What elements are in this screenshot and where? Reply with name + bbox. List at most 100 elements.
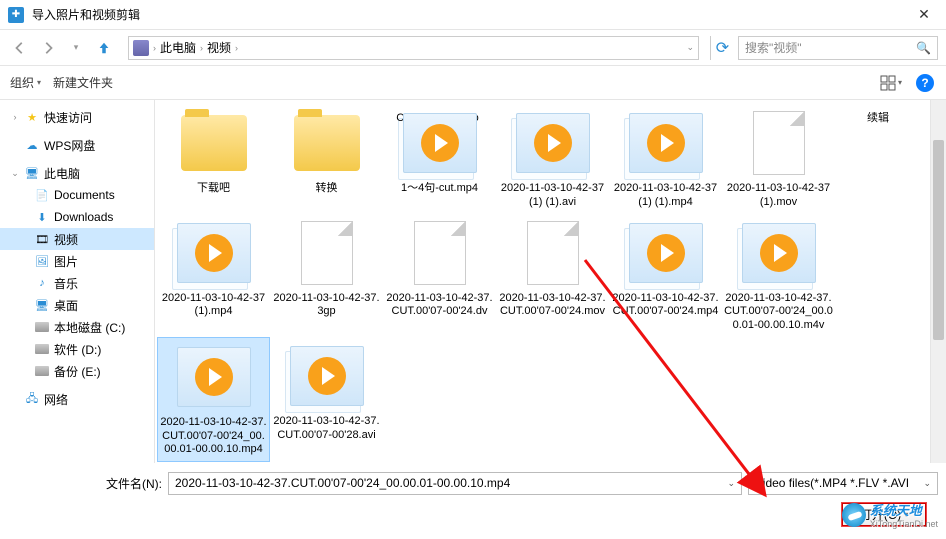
sidebar-item-pictures[interactable]: 🖼图片 xyxy=(0,250,154,272)
file-thumb xyxy=(285,108,369,178)
file-item[interactable]: 下载吧 xyxy=(157,104,270,214)
title-bar: ✚ 导入照片和视频剪辑 ✕ xyxy=(0,0,946,30)
file-name: 2020-11-03-10-42-37.CUT.00'07-00'24_00.0… xyxy=(160,416,267,457)
sidebar-item-desktop[interactable]: 🖥桌面 xyxy=(0,294,154,316)
video-icon: 🎞 xyxy=(34,231,50,247)
file-thumb xyxy=(285,218,369,288)
file-thumb xyxy=(172,342,256,412)
view-options-button[interactable]: ▾ xyxy=(880,72,902,94)
sidebar-item-pc[interactable]: ⌄🖥此电脑 xyxy=(0,162,154,184)
file-item-selected[interactable]: 2020-11-03-10-42-37.CUT.00'07-00'24_00.0… xyxy=(157,337,270,462)
video-icon xyxy=(742,223,816,283)
file-thumb xyxy=(737,218,821,288)
watermark-main: 系统天地 xyxy=(870,503,922,518)
breadcrumb-videos[interactable]: 视频 xyxy=(207,39,231,56)
file-name: 1～4句-cut.mp4 xyxy=(401,182,478,196)
picture-icon: 🖼 xyxy=(34,253,50,269)
file-thumb xyxy=(172,108,256,178)
file-thumb xyxy=(398,218,482,288)
recent-dropdown[interactable]: ▾ xyxy=(64,36,88,60)
sidebar-item-quick[interactable]: ›★快速访问 xyxy=(0,106,154,128)
file-item[interactable]: 1～4句-cut.mp4 xyxy=(383,104,496,214)
address-bar[interactable]: › 此电脑 › 视频 › ⌄ xyxy=(128,36,699,60)
search-placeholder: 搜索"视频" xyxy=(745,39,802,56)
file-thumb xyxy=(285,341,369,411)
chevron-down-icon[interactable]: ⌄ xyxy=(727,478,735,489)
close-button[interactable]: ✕ xyxy=(910,1,938,29)
file-name: 2020-11-03-10-42-37(1).mp4 xyxy=(159,292,268,320)
video-icon xyxy=(177,347,251,407)
computer-icon: 🖥 xyxy=(24,165,40,181)
video-icon xyxy=(177,223,251,283)
file-item[interactable]: 2020-11-03-10-42-37.CUT.00'07-00'24.mov xyxy=(496,214,609,337)
refresh-button[interactable]: ⟳ xyxy=(710,36,734,60)
document-icon: 📄 xyxy=(34,187,50,203)
star-icon: ★ xyxy=(24,109,40,125)
watermark: 系统天地 XiTongTianDi.net xyxy=(842,500,938,529)
file-item[interactable]: 2020-11-03-10-42-37(1).mp4 xyxy=(157,214,270,337)
file-item[interactable]: 转换 xyxy=(270,104,383,214)
sidebar-item-drive-c[interactable]: 本地磁盘 (C:) xyxy=(0,316,154,338)
file-name: 2020-11-03-10-42-37(1) (1).avi xyxy=(498,182,607,210)
file-item[interactable]: 2020-11-03-10-42-37.CUT.00'07-00'24.dv xyxy=(383,214,496,337)
file-name: 转换 xyxy=(316,182,338,196)
file-thumb xyxy=(624,218,708,288)
app-icon: ✚ xyxy=(8,7,24,23)
file-item[interactable]: 2020-11-03-10-42-37(1) (1).avi xyxy=(496,104,609,214)
sidebar-item-network[interactable]: 🖧网络 xyxy=(0,388,154,410)
sidebar-item-music[interactable]: ♪音乐 xyxy=(0,272,154,294)
sidebar-item-drive-d[interactable]: 软件 (D:) xyxy=(0,338,154,360)
file-thumb xyxy=(624,108,708,178)
scrollbar[interactable] xyxy=(930,100,946,463)
download-icon: ⬇ xyxy=(34,209,50,225)
chevron-down-icon[interactable]: ⌄ xyxy=(923,478,931,489)
search-icon: 🔍 xyxy=(916,41,931,55)
address-dropdown[interactable]: ⌄ xyxy=(686,42,694,53)
file-name: 2020-11-03-10-42-37(1).mov xyxy=(724,182,833,210)
filetype-filter[interactable]: Video files(*.MP4 *.FLV *.AVI ⌄ xyxy=(748,472,938,495)
drive-icon xyxy=(34,341,50,357)
organize-button[interactable]: 组织▾ xyxy=(10,74,41,91)
file-item[interactable]: 2020-11-03-10-42-37.CUT.00'07-00'28.avi xyxy=(270,337,383,462)
file-name: 2020-11-03-10-42-37.3gp xyxy=(272,292,381,320)
navigation-bar: ▾ › 此电脑 › 视频 › ⌄ ⟳ 搜索"视频" 🔍 xyxy=(0,30,946,66)
new-folder-button[interactable]: 新建文件夹 xyxy=(53,74,113,91)
back-button[interactable] xyxy=(8,36,32,60)
file-item[interactable]: 2020-11-03-10-42-37.CUT.00'07-00'24.mp4 xyxy=(609,214,722,337)
file-thumb xyxy=(172,218,256,288)
sidebar-item-downloads[interactable]: ⬇Downloads xyxy=(0,206,154,228)
video-icon xyxy=(403,113,477,173)
file-item[interactable]: 2020-11-03-10-42-37.CUT.00'07-00'24_00.0… xyxy=(722,214,835,337)
search-input[interactable]: 搜索"视频" 🔍 xyxy=(738,36,938,60)
file-thumb xyxy=(511,218,595,288)
drive-icon xyxy=(34,319,50,335)
file-name: 下载吧 xyxy=(197,182,230,196)
sidebar-item-documents[interactable]: 📄Documents xyxy=(0,184,154,206)
file-name: 2020-11-03-10-42-37.CUT.00'07-00'24_00.0… xyxy=(724,292,833,333)
forward-button[interactable] xyxy=(36,36,60,60)
sidebar-item-drive-e[interactable]: 备份 (E:) xyxy=(0,360,154,382)
file-name: 续辑 xyxy=(867,112,889,126)
file-item[interactable]: 续辑 xyxy=(833,100,923,130)
filename-input[interactable]: 2020-11-03-10-42-37.CUT.00'07-00'24_00.0… xyxy=(168,472,742,495)
file-item[interactable]: 2020-11-03-10-42-37(1).mov xyxy=(722,104,835,214)
file-name: 2020-11-03-10-42-37.CUT.00'07-00'24.mov xyxy=(498,292,607,320)
help-button[interactable]: ? xyxy=(914,72,936,94)
file-item[interactable]: 2020-11-03-10-42-37(1) (1).mp4 xyxy=(609,104,722,214)
chevron-right-icon: › xyxy=(235,43,238,53)
video-icon xyxy=(290,346,364,406)
filename-row: 文件名(N): 2020-11-03-10-42-37.CUT.00'07-00… xyxy=(0,463,946,503)
sidebar-item-wps[interactable]: ☁WPS网盘 xyxy=(0,134,154,156)
sidebar-item-videos[interactable]: 🎞视频 xyxy=(0,228,154,250)
chevron-right-icon: › xyxy=(200,43,203,53)
file-name: 2020-11-03-10-42-37.CUT.00'07-00'24.dv xyxy=(385,292,494,320)
breadcrumb-pc[interactable]: 此电脑 xyxy=(160,39,196,56)
file-thumb xyxy=(836,100,920,108)
music-icon: ♪ xyxy=(34,275,50,291)
document-icon xyxy=(301,221,353,285)
file-item[interactable]: 2020-11-03-10-42-37.3gp xyxy=(270,214,383,337)
filter-label: Video files(*.MP4 *.FLV *.AVI xyxy=(755,476,909,490)
cloud-icon: ☁ xyxy=(24,137,40,153)
watermark-sub: XiTongTianDi.net xyxy=(870,519,938,529)
up-button[interactable] xyxy=(92,36,116,60)
